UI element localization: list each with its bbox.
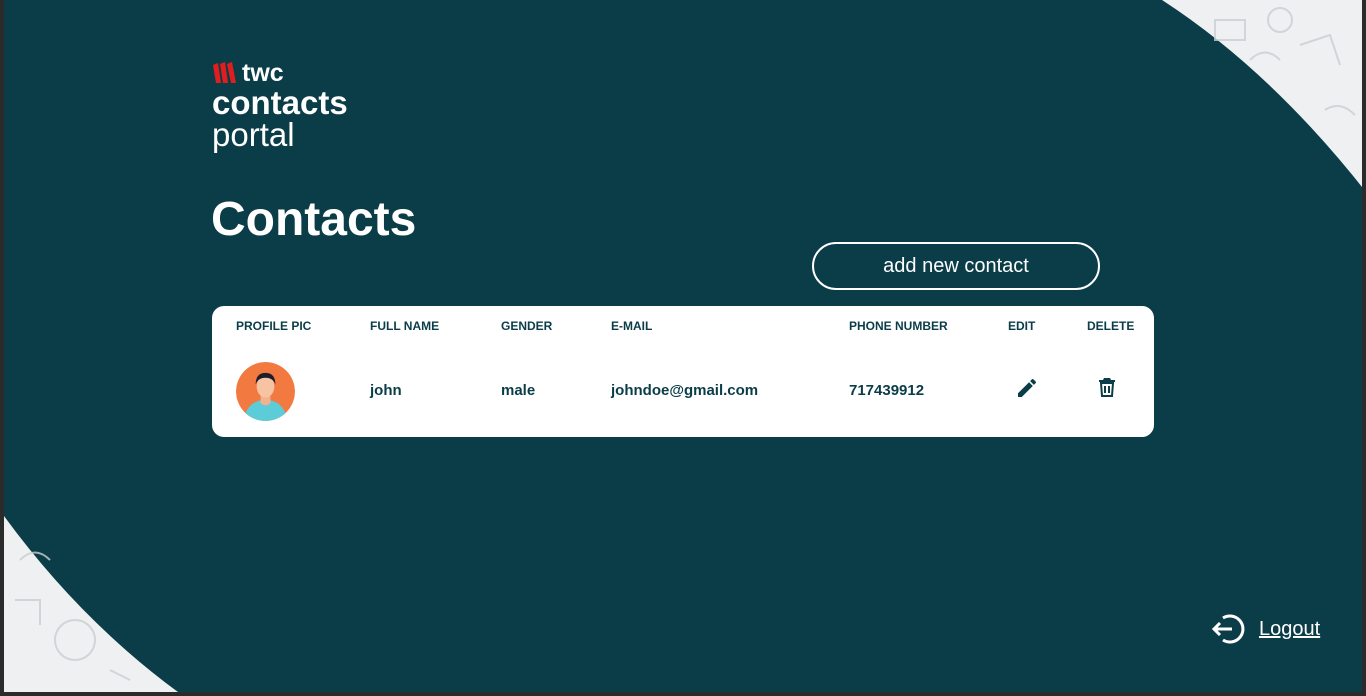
cell-email: johndoe@gmail.com — [611, 382, 759, 399]
pencil-icon[interactable] — [1015, 376, 1039, 400]
logo-title: contacts — [212, 84, 348, 121]
cell-phone: 717439912 — [849, 382, 925, 399]
header-email: E-MAIL — [611, 319, 653, 333]
cell-gender: male — [501, 382, 536, 399]
header-phone: PHONE NUMBER — [849, 319, 948, 333]
header-edit: EDIT — [1008, 319, 1036, 333]
header-profile-pic: PROFILE PIC — [236, 319, 312, 333]
cell-full-name: john — [370, 382, 402, 399]
logout-arrow-icon — [1211, 614, 1245, 644]
add-new-contact-button[interactable]: add new contact — [812, 242, 1100, 290]
logout-label[interactable]: Logout — [1259, 618, 1320, 641]
logo-subtitle: portal — [212, 116, 295, 153]
page-title: Contacts — [211, 193, 417, 246]
header-delete: DELETE — [1087, 319, 1135, 333]
contacts-table: PROFILE PIC FULL NAME GENDER E-MAIL PHON… — [212, 306, 1154, 437]
brand-row: twc — [212, 60, 348, 86]
app-logo[interactable]: twc contacts portal — [212, 60, 348, 151]
avatar — [236, 362, 295, 421]
header-gender: GENDER — [501, 319, 553, 333]
trash-icon[interactable] — [1095, 375, 1119, 399]
brand-name: twc — [242, 59, 284, 87]
header-full-name: FULL NAME — [370, 319, 440, 333]
brand-mark-icon — [213, 62, 236, 83]
logout-link[interactable]: Logout — [1210, 610, 1320, 648]
